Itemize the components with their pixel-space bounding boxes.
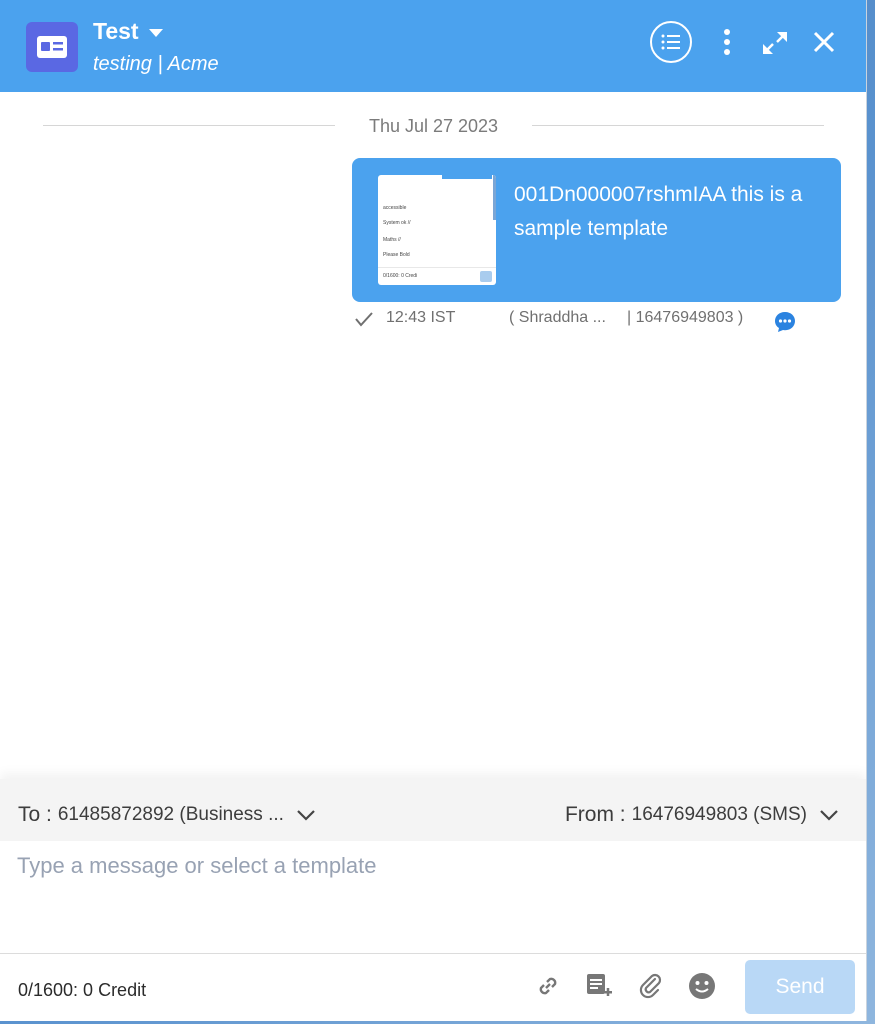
outgoing-message-bubble[interactable]: accessible System ok // Maths // Please … xyxy=(352,158,841,302)
kebab-menu-icon xyxy=(724,29,730,55)
contact-card-icon xyxy=(26,22,78,72)
character-counter: 0/1600: 0 Credit xyxy=(18,980,147,1000)
send-button[interactable]: Send xyxy=(745,960,855,1014)
template-add-icon xyxy=(587,974,612,996)
conversation-title-dropdown[interactable]: Test xyxy=(93,18,163,45)
caret-down-icon xyxy=(148,28,163,37)
thumbnail-header-bar xyxy=(442,175,492,179)
chevron-down-icon[interactable] xyxy=(819,809,839,821)
attach-file-button[interactable] xyxy=(636,971,666,1001)
message-input[interactable] xyxy=(0,841,866,953)
thumbnail-text: Maths // xyxy=(383,237,401,243)
attachment-icon xyxy=(639,973,662,999)
thumbnail-send-button xyxy=(480,271,492,282)
to-label: To : xyxy=(18,803,52,826)
thumbnail-scrollbar xyxy=(493,175,496,220)
expand-icon xyxy=(763,32,787,54)
to-value: 61485872892 (Business ... xyxy=(57,804,284,825)
expand-button[interactable] xyxy=(758,28,792,58)
composer-footer: 0/1600: 0 Credit Send xyxy=(0,953,866,1021)
insert-template-button[interactable] xyxy=(584,971,614,1001)
message-sender: ( Shraddha ... xyxy=(509,309,606,326)
message-image-thumbnail[interactable]: accessible System ok // Maths // Please … xyxy=(378,175,496,285)
from-selector[interactable]: From : 16476949803 (SMS) xyxy=(565,803,839,827)
message-sender-number: | 16476949803 ) xyxy=(627,309,744,326)
messaging-panel: Test testing | Acme Thu Jul 27 2023 acce… xyxy=(0,0,867,1021)
close-button[interactable] xyxy=(808,26,840,58)
message-text: 001Dn000007rshmIAA this is a sample temp… xyxy=(514,183,803,240)
conversation-subtitle: testing | Acme xyxy=(93,53,219,75)
thumbnail-text: System ok // xyxy=(383,220,411,226)
from-value: 16476949803 (SMS) xyxy=(631,804,807,825)
from-label: From : xyxy=(564,803,626,826)
check-icon xyxy=(355,312,373,327)
message-time: 12:43 IST xyxy=(386,309,456,326)
close-icon xyxy=(813,31,835,53)
panel-header: Test testing | Acme xyxy=(0,0,866,92)
thumbnail-footer: 0/1600: 0 Credi xyxy=(378,267,496,285)
link-icon xyxy=(539,977,557,995)
list-icon xyxy=(661,34,680,50)
conversation-list-button[interactable] xyxy=(650,21,692,63)
more-options-button[interactable] xyxy=(716,26,738,58)
to-selector[interactable]: To : 61485872892 (Business ... xyxy=(18,803,316,827)
emoji-icon xyxy=(689,973,715,999)
thumbnail-text: 0/1600: 0 Credi xyxy=(383,273,418,279)
conversation-title: Test xyxy=(93,18,139,44)
chevron-down-icon[interactable] xyxy=(296,809,316,821)
recipient-bar: To : 61485872892 (Business ... From : 16… xyxy=(0,779,866,841)
emoji-button[interactable] xyxy=(687,971,717,1001)
thumbnail-text: Please Bold xyxy=(383,252,410,258)
chat-bubble-icon xyxy=(775,312,795,332)
date-separator-label: Thu Jul 27 2023 xyxy=(368,116,499,136)
divider-right xyxy=(532,125,824,126)
insert-link-button[interactable] xyxy=(533,971,563,1001)
date-separator: Thu Jul 27 2023 xyxy=(43,113,824,139)
thumbnail-text: accessible xyxy=(383,205,407,211)
